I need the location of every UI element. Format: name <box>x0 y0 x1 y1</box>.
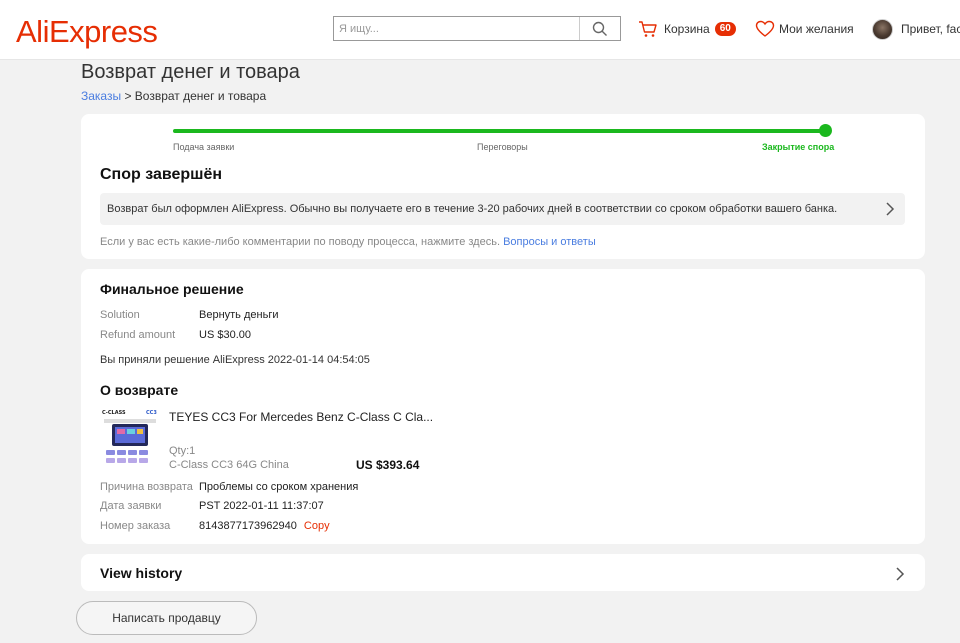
final-decision-card: Финальное решение Solution Вернуть деньг… <box>81 269 925 544</box>
refund-info-box[interactable]: Возврат был оформлен AliExpress. Обычно … <box>100 193 905 225</box>
return-reason-value: Проблемы со сроком хранения <box>199 481 359 493</box>
solution-label: Solution <box>100 309 140 321</box>
order-number-label: Номер заказа <box>100 520 171 532</box>
wishlist-link[interactable]: Мои желания <box>755 18 854 40</box>
decision-accepted-text: Вы приняли решение AliExpress 2022-01-14… <box>100 354 370 366</box>
cart-link[interactable]: Корзина 60 <box>638 18 736 40</box>
step-negotiation: Переговоры <box>477 142 528 152</box>
order-number-row: 8143877173962940 Copy <box>199 520 330 532</box>
chevron-right-icon <box>896 567 905 581</box>
search-input[interactable] <box>334 17 580 40</box>
user-greeting: Привет, face <box>901 22 960 36</box>
product-variant: C-Class CC3 64G China <box>169 459 289 471</box>
thumb-label-model: C-CLASS <box>102 410 126 416</box>
comment-note: Если у вас есть какие-либо комментарии п… <box>100 236 596 248</box>
page-title: Возврат денег и товара <box>81 61 300 83</box>
search-box <box>333 16 621 41</box>
progress-bar <box>173 129 825 133</box>
dispute-status-title: Спор завершён <box>100 166 223 183</box>
copy-order-button[interactable]: Copy <box>304 520 330 532</box>
faq-link[interactable]: Вопросы и ответы <box>503 236 596 248</box>
avatar <box>872 18 893 40</box>
breadcrumb-current: Возврат денег и товара <box>134 89 267 103</box>
aliexpress-logo[interactable]: AliExpress <box>16 14 158 50</box>
cart-icon <box>639 21 657 37</box>
request-date-value: PST 2022-01-11 11:37:07 <box>199 500 324 512</box>
step-submit: Подача заявки <box>173 142 235 152</box>
breadcrumb-orders-link[interactable]: Заказы <box>81 89 121 103</box>
view-history-row[interactable]: View history <box>81 554 925 591</box>
solution-value: Вернуть деньги <box>199 309 279 321</box>
product-qty: Qty:1 <box>169 445 196 457</box>
thumb-label-cc3: CC3 <box>146 410 157 416</box>
contact-seller-button[interactable]: Написать продавцу <box>76 601 257 635</box>
product-image: C-CLASS CC3 <box>100 408 160 468</box>
product-name[interactable]: TEYES CC3 For Mercedes Benz C-Class C Cl… <box>169 410 433 424</box>
cart-count-badge: 60 <box>714 22 736 36</box>
refund-info-text: Возврат был оформлен AliExpress. Обычно … <box>107 203 838 215</box>
top-header: AliExpress Корзина 60 Мои желания Привет… <box>0 0 960 60</box>
view-history-title: View history <box>100 565 183 581</box>
final-decision-title: Финальное решение <box>100 281 244 297</box>
return-reason-label: Причина возврата <box>100 481 193 493</box>
search-button[interactable] <box>579 17 620 40</box>
refund-about-title: О возврате <box>100 382 179 398</box>
step-closed: Закрытие спора <box>762 142 835 152</box>
cart-label: Корзина <box>664 22 710 36</box>
breadcrumb: Заказы > Возврат денег и товара <box>81 89 266 103</box>
dispute-status-card: Подача заявки Переговоры Закрытие спора … <box>81 114 925 259</box>
refund-amount-label: Refund amount <box>100 329 176 341</box>
request-date-label: Дата заявки <box>100 500 162 512</box>
refund-amount-value: US $30.00 <box>199 329 251 341</box>
heart-icon <box>755 20 775 37</box>
comment-text: Если у вас есть какие-либо комментарии п… <box>100 236 501 248</box>
progress-current-dot <box>819 124 832 137</box>
product-price: US $393.64 <box>356 458 420 472</box>
chevron-right-icon <box>886 202 895 216</box>
breadcrumb-separator: > <box>121 89 135 103</box>
product-thumbnail[interactable]: C-CLASS CC3 <box>100 408 160 468</box>
wishlist-label: Мои желания <box>779 22 854 36</box>
user-menu[interactable]: Привет, face <box>872 17 960 41</box>
search-icon <box>592 21 607 36</box>
order-number-value: 8143877173962940 <box>199 520 297 532</box>
